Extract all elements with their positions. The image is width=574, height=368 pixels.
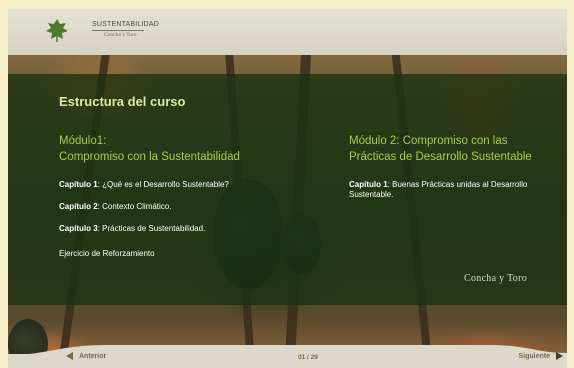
- module1-title-line1: Módulo1:: [59, 135, 107, 147]
- course-frame: SUSTENTABILIDAD Concha y Toro Estructura…: [8, 9, 567, 368]
- vine-leaf-icon: [46, 19, 68, 42]
- module1-column: Módulo1: Compromiso con la Sustentabilid…: [59, 133, 329, 259]
- module2-chapter1[interactable]: Capítulo 1: Buenas Prácticas unidas al D…: [349, 180, 559, 200]
- logo-subtitle: Concha y Toro: [104, 32, 137, 38]
- logo-title: SUSTENTABILIDAD: [92, 21, 160, 28]
- chapter-text: : ¿Qué es el Desarrollo Sustentable?: [97, 180, 229, 189]
- next-label: Siguiente: [518, 352, 550, 360]
- module1-chapter1[interactable]: Capítulo 1: ¿Qué es el Desarrollo Susten…: [59, 180, 329, 190]
- reinforcement-exercise-link[interactable]: Ejercicio de Reforzamiento: [59, 249, 329, 259]
- page-indicator: 01 / 29: [298, 354, 318, 361]
- chapter-label: Capítulo 2: [59, 202, 98, 211]
- chapter-label: Capítulo 3: [59, 224, 98, 233]
- module1-chapter3[interactable]: Capítulo 3: Prácticas de Sustentabilidad…: [59, 224, 329, 234]
- next-button[interactable]: Siguiente: [518, 352, 563, 360]
- chapter-label: Capítulo 1: [349, 180, 388, 189]
- logo-divider: [92, 30, 144, 31]
- chapter-label: Capítulo 1: [59, 180, 98, 189]
- course-title: Estructura del curso: [59, 94, 186, 109]
- header-bar: SUSTENTABILIDAD Concha y Toro: [8, 9, 567, 55]
- module2-column: Módulo 2: Compromiso con las Prácticas d…: [349, 133, 559, 200]
- module2-title-line1: Módulo 2: Compromiso con las: [349, 135, 508, 147]
- brand-logo: Concha y Toro: [464, 273, 528, 284]
- chapter-text: : Prácticas de Sustentabilidad.: [97, 224, 206, 233]
- previous-label: Anterior: [79, 352, 107, 360]
- module2-title-line2: Prácticas de Desarrollo Sustentable: [349, 151, 532, 163]
- arrow-right-icon: [556, 352, 563, 360]
- previous-button[interactable]: Anterior: [66, 352, 106, 360]
- module1-title-line2: Compromiso con la Sustentabilidad: [59, 151, 240, 163]
- module1-chapter2[interactable]: Capítulo 2: Contexto Climático.: [59, 202, 329, 212]
- chapter-text: : Contexto Climático.: [97, 202, 172, 211]
- arrow-left-icon: [66, 352, 73, 360]
